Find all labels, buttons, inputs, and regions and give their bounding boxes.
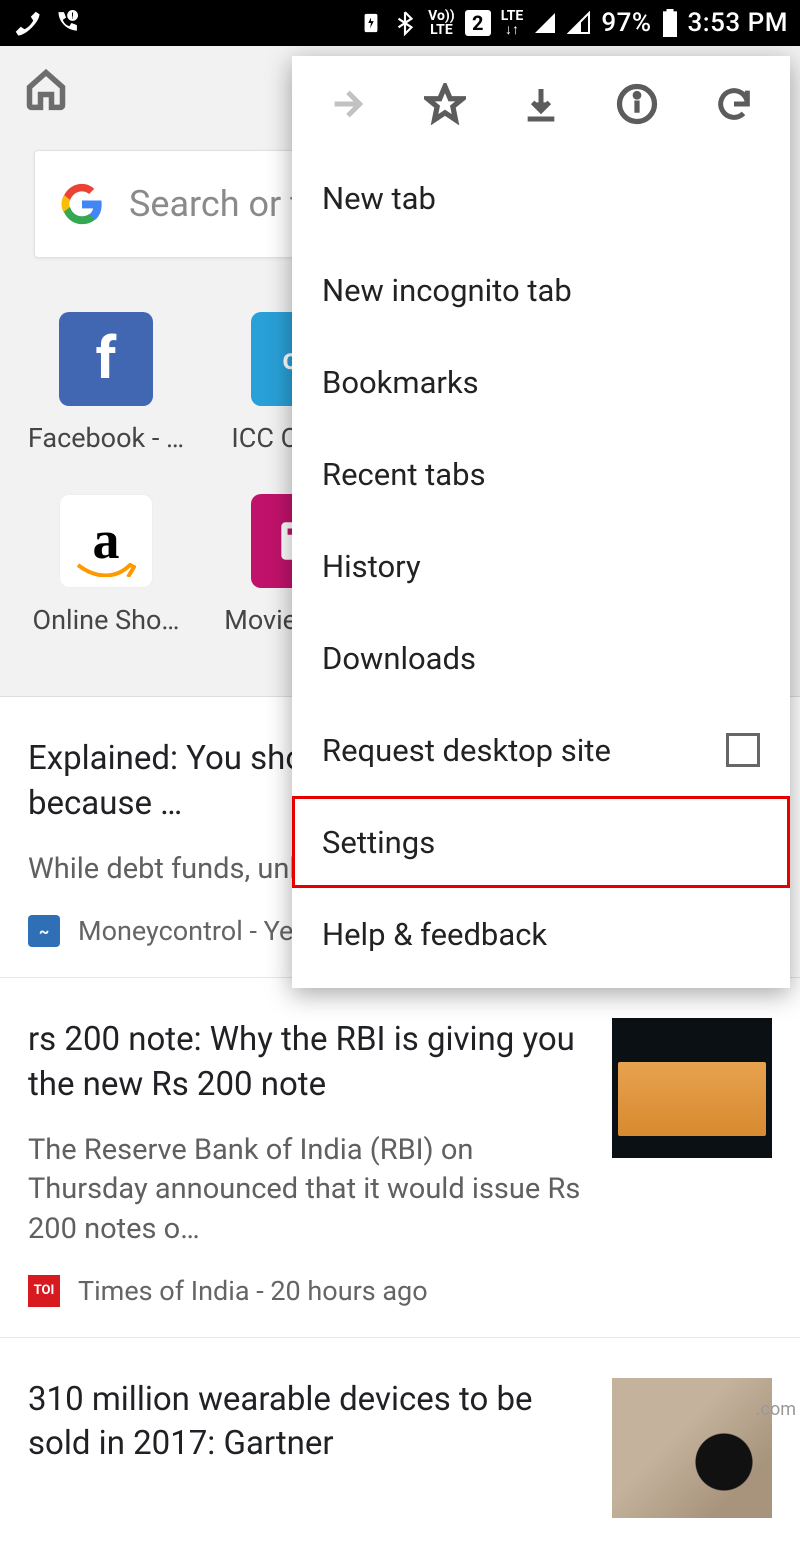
phone-outgoing-icon	[12, 8, 42, 38]
source-text: Times of India - 20 hours ago	[78, 1275, 428, 1307]
status-left: !	[12, 8, 78, 38]
menu-help[interactable]: Help & feedback	[292, 888, 790, 980]
clock: 3:53 PM	[688, 8, 788, 38]
menu-bookmarks[interactable]: Bookmarks	[292, 336, 790, 428]
shortcut-label: Online Sho…	[33, 604, 180, 636]
android-status-bar: ! Vo))LTE 2 LTE↓↑ 97% 3:53 PM	[0, 0, 800, 46]
menu-recent-tabs[interactable]: Recent tabs	[292, 428, 790, 520]
battery-full-icon	[662, 9, 678, 37]
article-thumbnail	[612, 1018, 772, 1158]
amazon-icon: a	[59, 494, 153, 588]
status-right: Vo))LTE 2 LTE↓↑ 97% 3:53 PM	[360, 8, 788, 38]
forward-button[interactable]	[326, 82, 370, 126]
facebook-icon: f	[59, 312, 153, 406]
article-thumbnail	[612, 1378, 772, 1518]
refresh-icon	[714, 84, 754, 124]
reload-button[interactable]	[712, 82, 756, 126]
watermark: .com	[756, 1399, 796, 1420]
download-icon	[521, 84, 561, 124]
star-outline-icon	[424, 83, 466, 125]
article-source: TOI Times of India - 20 hours ago	[28, 1275, 586, 1307]
home-icon	[24, 67, 68, 111]
home-button[interactable]	[24, 67, 68, 115]
google-logo-icon	[61, 183, 103, 225]
source-icon-moneycontrol: ~	[28, 915, 60, 947]
article-snippet: The Reserve Bank of India (RBI) on Thurs…	[28, 1131, 586, 1248]
shortcut-facebook[interactable]: f Facebook - …	[10, 312, 202, 454]
article-title: rs 200 note: Why the RBI is giving you t…	[28, 1018, 586, 1107]
menu-icon-row	[292, 56, 790, 152]
bluetooth-icon	[392, 10, 418, 36]
signal-sim2-icon	[567, 11, 591, 35]
svg-text:!: !	[71, 12, 73, 22]
battery-save-icon	[360, 8, 382, 38]
menu-history[interactable]: History	[292, 520, 790, 612]
article-title: 310 million wearable devices to be sold …	[28, 1378, 586, 1467]
menu-new-tab[interactable]: New tab	[292, 152, 790, 244]
menu-new-incognito[interactable]: New incognito tab	[292, 244, 790, 336]
phone-alert-icon: !	[52, 8, 78, 38]
arrow-forward-icon	[328, 84, 368, 124]
info-icon	[616, 83, 658, 125]
sim-slot-badge: 2	[465, 10, 491, 36]
menu-request-desktop[interactable]: Request desktop site	[292, 704, 790, 796]
bookmark-button[interactable]	[423, 82, 467, 126]
lte-indicator: LTE↓↑	[501, 9, 524, 37]
shortcut-amazon[interactable]: a Online Sho…	[10, 494, 202, 636]
battery-percentage: 97%	[601, 8, 651, 38]
feed-article[interactable]: rs 200 note: Why the RBI is giving you t…	[0, 978, 800, 1338]
info-button[interactable]	[615, 82, 659, 126]
desktop-site-checkbox[interactable]	[726, 733, 760, 767]
volte-indicator: Vo))LTE	[428, 9, 455, 37]
shortcut-label: Facebook - …	[28, 422, 184, 454]
menu-settings[interactable]: Settings	[292, 796, 790, 888]
download-button[interactable]	[519, 82, 563, 126]
menu-downloads[interactable]: Downloads	[292, 612, 790, 704]
signal-sim1-icon	[533, 11, 557, 35]
source-icon-toi: TOI	[28, 1275, 60, 1307]
feed-article[interactable]: 310 million wearable devices to be sold …	[0, 1338, 800, 1548]
overflow-menu: New tab New incognito tab Bookmarks Rece…	[292, 56, 790, 988]
